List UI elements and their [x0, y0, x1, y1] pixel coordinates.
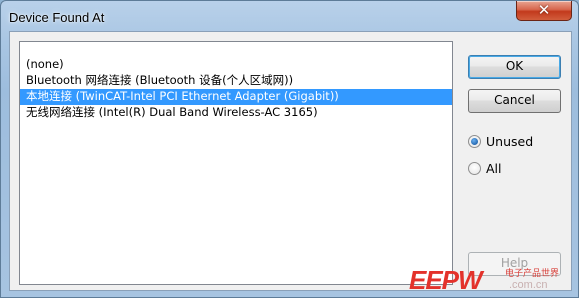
title-bar[interactable]: Device Found At ✕ [1, 1, 578, 31]
ok-button[interactable]: OK [468, 55, 561, 79]
dialog-body: (none) Bluetooth 网络连接 (Bluetooth 设备(个人区域… [9, 31, 572, 291]
list-item-selected[interactable]: 本地连接 (TwinCAT-Intel PCI Ethernet Adapter… [20, 89, 452, 105]
help-button[interactable]: Help [468, 252, 561, 276]
radio-all[interactable]: All [468, 160, 502, 176]
radio-unused[interactable]: Unused [468, 133, 533, 149]
window-title: Device Found At [9, 10, 105, 25]
list-item[interactable]: 无线网络连接 (Intel(R) Dual Band Wireless-AC 3… [20, 105, 452, 121]
radio-unchecked-icon[interactable] [468, 161, 481, 175]
cancel-button[interactable]: Cancel [468, 89, 561, 113]
list-item[interactable]: Bluetooth 网络连接 (Bluetooth 设备(个人区域网)) [20, 73, 452, 89]
close-icon[interactable]: ✕ [517, 1, 571, 20]
dialog-window: Device Found At ✕ (none) Bluetooth 网络连接 … [0, 0, 579, 298]
list-item[interactable]: (none) [20, 57, 452, 73]
device-listbox[interactable]: (none) Bluetooth 网络连接 (Bluetooth 设备(个人区域… [19, 41, 453, 285]
radio-all-label: All [486, 160, 502, 176]
radio-unused-label: Unused [486, 133, 534, 149]
close-button[interactable]: ✕ [516, 1, 572, 21]
radio-checked-icon[interactable] [468, 134, 481, 148]
